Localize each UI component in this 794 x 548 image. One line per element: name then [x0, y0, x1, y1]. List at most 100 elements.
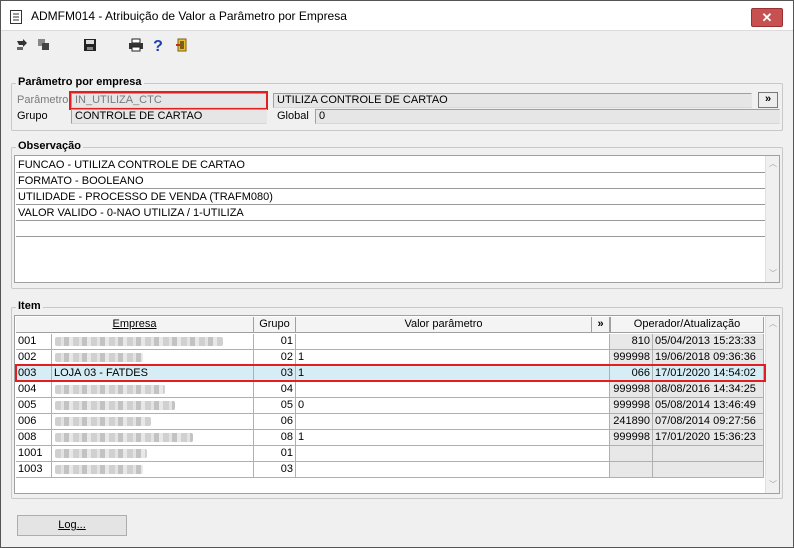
cell-atualizacao: 19/06/2018 09:36:36 [653, 350, 764, 366]
table-row[interactable]: 001 01 810 05/04/2013 15:23:33 [15, 334, 765, 350]
parametro-field[interactable]: IN_UTILIZA_CTC [71, 93, 267, 108]
print-icon[interactable] [127, 38, 145, 56]
item-scrollbar[interactable]: ︿ ﹀ [765, 316, 779, 493]
redacted-empresa-blur [55, 465, 143, 474]
cell-valor: 1 [296, 366, 610, 382]
cell-operador: 999998 [610, 398, 653, 414]
cell-operador: 999998 [610, 350, 653, 366]
column-header-empresa[interactable]: Empresa [16, 317, 254, 333]
close-button[interactable]: ✕ [751, 8, 783, 27]
cell-valor [296, 446, 610, 462]
cell-grupo: 02 [254, 350, 296, 366]
expand-column-button[interactable]: » [592, 317, 610, 333]
cell-grupo: 01 [254, 446, 296, 462]
arrow-in-icon[interactable] [13, 38, 31, 56]
cell-codigo: 001 [16, 334, 52, 350]
table-row[interactable]: 002 02 1 999998 19/06/2018 09:36:36 [15, 350, 765, 366]
cell-codigo: 003 [16, 366, 52, 382]
grupo-label: Grupo [17, 110, 48, 122]
cell-codigo: 005 [16, 398, 52, 414]
cell-grupo: 05 [254, 398, 296, 414]
observacao-line: UTILIDADE - PROCESSO DE VENDA (TRAFM080) [16, 189, 765, 205]
parametro-description-field: UTILIZA CONTROLE DE CARTAO [273, 93, 752, 108]
observacao-line: VALOR VALIDO - 0-NAO UTILIZA / 1-UTILIZA [16, 205, 765, 221]
observacao-group-legend: Observação [16, 140, 83, 152]
scroll-up-icon[interactable]: ︿ [769, 160, 777, 168]
redacted-empresa-blur [55, 449, 147, 458]
cell-atualizacao [653, 446, 764, 462]
log-button-label: Log... [58, 519, 86, 531]
parametro-label: Parâmetro [17, 94, 69, 106]
table-row[interactable]: 004 04 999998 08/08/2016 14:34:25 [15, 382, 765, 398]
parametro-group-legend: Parâmetro por empresa [16, 76, 144, 88]
table-row[interactable]: 003 LOJA 03 - FATDES 03 1 066 17/01/2020 14:5… [15, 366, 765, 382]
title-bar: ADMFM014 - Atribuição de Valor a Parâmet… [1, 1, 793, 31]
table-row[interactable]: 1003 03 [15, 462, 765, 478]
cell-codigo: 008 [16, 430, 52, 446]
document-icon [10, 10, 22, 24]
help-glyph: ? [153, 38, 163, 55]
item-group-legend: Item [16, 300, 43, 312]
parametro-lookup-button[interactable]: » [758, 92, 778, 108]
cell-operador: 810 [610, 334, 653, 350]
cell-operador [610, 446, 653, 462]
log-button[interactable]: Log... [17, 515, 127, 536]
global-field: 0 [315, 109, 780, 124]
redacted-empresa-blur [55, 353, 143, 362]
cell-operador: 999998 [610, 382, 653, 398]
cell-codigo: 004 [16, 382, 52, 398]
column-header-grupo[interactable]: Grupo [254, 317, 296, 333]
copy-icon[interactable] [35, 38, 53, 56]
table-row[interactable]: 008 08 1 999998 17/01/2020 15:36:23 [15, 430, 765, 446]
grupo-field: CONTROLE DE CARTAO [71, 109, 267, 124]
table-row[interactable]: 006 06 241890 07/08/2014 09:27:56 [15, 414, 765, 430]
cell-valor: 1 [296, 430, 610, 446]
cell-operador: 999998 [610, 430, 653, 446]
cell-atualizacao: 17/01/2020 15:36:23 [653, 430, 764, 446]
item-grid[interactable]: Empresa Grupo Valor parâmetro » Operador… [14, 315, 780, 494]
cell-grupo: 01 [254, 334, 296, 350]
cell-grupo: 08 [254, 430, 296, 446]
column-header-empresa-label: Empresa [112, 318, 157, 330]
help-icon[interactable]: ? [149, 38, 167, 56]
scroll-down-icon[interactable]: ﹀ [769, 481, 777, 489]
scroll-down-icon[interactable]: ﹀ [769, 270, 777, 278]
redacted-empresa-blur [55, 401, 175, 410]
cell-operador: 066 [610, 366, 653, 382]
cell-grupo: 06 [254, 414, 296, 430]
cell-valor [296, 382, 610, 398]
cell-valor [296, 334, 610, 350]
observacao-memo[interactable]: FUNCAO - UTILIZA CONTROLE DE CARTAO FORM… [14, 155, 780, 283]
cell-valor [296, 462, 610, 478]
cell-codigo: 1003 [16, 462, 52, 478]
cell-codigo: 002 [16, 350, 52, 366]
table-row[interactable]: 005 05 0 999998 05/08/2014 13:46:49 [15, 398, 765, 414]
scroll-up-icon[interactable]: ︿ [769, 320, 777, 328]
observacao-line: FORMATO - BOOLEANO [16, 173, 765, 189]
save-icon[interactable] [81, 38, 99, 56]
cell-grupo: 04 [254, 382, 296, 398]
exit-door-icon[interactable] [173, 38, 191, 56]
redacted-empresa-blur [55, 417, 151, 426]
observacao-line [16, 221, 765, 237]
cell-codigo: 006 [16, 414, 52, 430]
cell-atualizacao: 07/08/2014 09:27:56 [653, 414, 764, 430]
cell-operador: 241890 [610, 414, 653, 430]
cell-atualizacao: 05/08/2014 13:46:49 [653, 398, 764, 414]
cell-valor: 1 [296, 350, 610, 366]
cell-operador [610, 462, 653, 478]
cell-grupo: 03 [254, 462, 296, 478]
cell-atualizacao [653, 462, 764, 478]
redacted-empresa-blur [55, 385, 165, 394]
redacted-empresa-blur [55, 433, 193, 442]
cell-atualizacao: 17/01/2020 14:54:02 [653, 366, 764, 382]
cell-atualizacao: 08/08/2016 14:34:25 [653, 382, 764, 398]
table-row[interactable]: 1001 01 [15, 446, 765, 462]
window-title: ADMFM014 - Atribuição de Valor a Parâmet… [31, 9, 347, 23]
observacao-scrollbar[interactable]: ︿ ﹀ [765, 156, 779, 282]
cell-codigo: 1001 [16, 446, 52, 462]
column-header-valor[interactable]: Valor parâmetro [296, 317, 592, 333]
column-header-operador[interactable]: Operador/Atualização [610, 317, 764, 333]
cell-empresa: LOJA 03 - FATDES [52, 366, 254, 382]
global-label: Global [277, 110, 309, 122]
